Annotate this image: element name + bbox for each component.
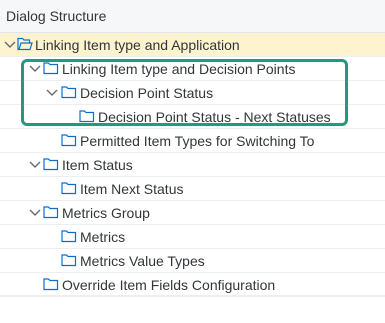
tree-item-label: Linking Item type and Application <box>35 37 240 53</box>
tree-item-decision-point-status[interactable]: Decision Point Status <box>0 81 385 105</box>
tree-item-label: Permitted Item Types for Switching To <box>80 133 315 149</box>
tree-item-label: Linking Item type and Decision Points <box>62 61 296 77</box>
folder-icon <box>61 86 77 99</box>
folder-icon <box>43 206 59 219</box>
empty-area <box>0 295 385 323</box>
chevron-down-icon[interactable] <box>28 157 42 171</box>
dialog-structure-panel: Dialog Structure Linking Item type and A… <box>0 0 385 323</box>
tree-item-override-item-fields-configuration[interactable]: Override Item Fields Configuration <box>0 273 385 297</box>
tree-item-label: Item Next Status <box>80 181 184 197</box>
chevron-down-icon[interactable] <box>3 37 17 51</box>
folder-icon <box>43 158 59 171</box>
tree-item-linking-item-type-and-decision-points[interactable]: Linking Item type and Decision Points <box>0 57 385 81</box>
tree-item-label: Metrics <box>80 229 126 245</box>
tree-item-decision-point-status-next-statuses[interactable]: Decision Point Status - Next Statuses <box>0 105 385 129</box>
folder-icon <box>43 278 59 291</box>
tree-item-label: Item Status <box>62 157 133 173</box>
tree-item-metrics-value-types[interactable]: Metrics Value Types <box>0 249 385 273</box>
folder-icon <box>61 254 77 267</box>
chevron-down-icon[interactable] <box>28 61 42 75</box>
tree-item-permitted-item-types-for-switching-to[interactable]: Permitted Item Types for Switching To <box>0 129 385 153</box>
tree-item-item-next-status[interactable]: Item Next Status <box>0 177 385 201</box>
folder-icon <box>61 230 77 243</box>
folder-icon <box>43 62 59 75</box>
tree-item-item-status[interactable]: Item Status <box>0 153 385 177</box>
tree-item-label: Override Item Fields Configuration <box>62 277 276 293</box>
chevron-down-icon[interactable] <box>28 205 42 219</box>
tree-item-label: Decision Point Status <box>80 85 214 101</box>
chevron-down-icon[interactable] <box>45 85 59 99</box>
tree-item-label: Metrics Value Types <box>80 253 205 269</box>
tree-item-metrics[interactable]: Metrics <box>0 225 385 249</box>
folder-icon <box>79 110 95 123</box>
tree-item-linking-item-type-and-application[interactable]: Linking Item type and Application <box>0 33 385 57</box>
tree-item-metrics-group[interactable]: Metrics Group <box>0 201 385 225</box>
folder-icon <box>61 182 77 195</box>
tree-item-label: Decision Point Status - Next Statuses <box>98 109 331 125</box>
folder-icon <box>61 134 77 147</box>
panel-title: Dialog Structure <box>6 8 107 24</box>
folder-open-icon <box>17 37 33 51</box>
panel-header: Dialog Structure <box>0 0 385 33</box>
tree-item-label: Metrics Group <box>62 205 150 221</box>
